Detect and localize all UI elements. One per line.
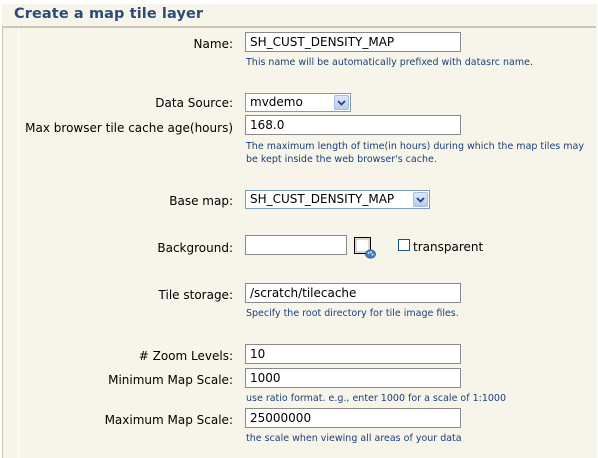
max-scale-input[interactable]: 25000000 — [245, 408, 461, 428]
base-map-label: Base map: — [169, 194, 233, 208]
zoom-levels-label: # Zoom Levels: — [138, 349, 233, 363]
transparent-checkbox[interactable] — [398, 239, 410, 251]
data-source-value: mvdemo — [250, 95, 303, 109]
base-map-value: SH_CUST_DENSITY_MAP — [250, 192, 395, 206]
tile-storage-input[interactable]: /scratch/tilecache — [245, 283, 461, 303]
form-panel — [2, 4, 597, 458]
cache-age-label: Max browser tile cache age(hours) — [25, 121, 233, 135]
transparent-label: transparent — [413, 240, 484, 254]
cache-age-hint-2: be kept inside the web browser's cache. — [246, 154, 437, 165]
chevron-down-icon[interactable] — [334, 95, 349, 110]
background-label: Background: — [157, 241, 233, 255]
chevron-down-icon[interactable] — [413, 192, 428, 207]
base-map-select[interactable]: SH_CUST_DENSITY_MAP — [245, 190, 430, 209]
zoom-levels-input[interactable]: 10 — [245, 344, 461, 364]
title-bar: Create a map tile layer — [2, 4, 596, 28]
data-source-select[interactable]: mvdemo — [245, 93, 351, 112]
cache-age-input[interactable]: 168.0 — [245, 115, 461, 135]
name-input[interactable]: SH_CUST_DENSITY_MAP — [245, 32, 461, 52]
min-scale-hint: use ratio format. e.g., enter 1000 for a… — [246, 393, 507, 404]
page-title: Create a map tile layer — [14, 6, 204, 22]
max-scale-hint: the scale when viewing all areas of your… — [246, 433, 462, 444]
min-scale-input[interactable]: 1000 — [245, 368, 461, 388]
palette-icon[interactable] — [354, 237, 376, 259]
tile-storage-hint: Specify the root directory for tile imag… — [246, 308, 459, 319]
panel-divider — [18, 28, 19, 458]
min-scale-label: Minimum Map Scale: — [108, 373, 233, 387]
tile-storage-label: Tile storage: — [158, 288, 233, 302]
name-hint: This name will be automatically prefixed… — [246, 57, 533, 68]
background-input[interactable] — [245, 235, 347, 255]
cache-age-hint-1: The maximum length of time(in hours) dur… — [246, 141, 584, 152]
max-scale-label: Maximum Map Scale: — [104, 413, 233, 427]
name-label: Name: — [193, 37, 233, 51]
data-source-label: Data Source: — [155, 96, 233, 110]
